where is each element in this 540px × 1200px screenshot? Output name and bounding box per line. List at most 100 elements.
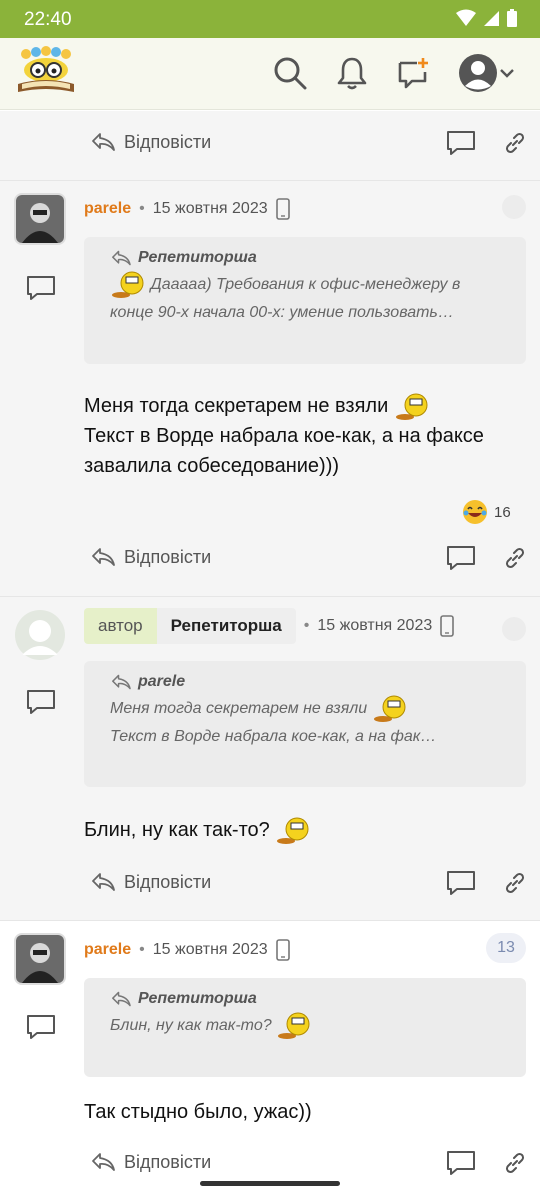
comment-icon[interactable] — [446, 545, 476, 571]
avatar-icon — [459, 54, 497, 92]
post-body: Меня тогда секретарем не взяли Текст в В… — [84, 391, 484, 481]
link-icon[interactable] — [504, 547, 526, 569]
quote-line: Текст в Ворде набрала кое-как, а на фак… — [110, 728, 437, 746]
reply-label: Відповісти — [124, 131, 212, 152]
username[interactable]: parele — [84, 200, 131, 218]
reply-arrow-icon — [112, 991, 131, 1007]
new-message-icon[interactable] — [395, 54, 433, 92]
quote-line: конце 90-х начала 00-х: умение пользоват… — [110, 304, 454, 322]
bell-icon[interactable] — [333, 54, 371, 92]
reply-arrow-icon — [112, 250, 131, 266]
post-menu-button[interactable] — [502, 195, 526, 219]
reply-arrow-icon — [112, 674, 131, 690]
quote-line: Блин, ну как так-то? — [110, 1017, 272, 1035]
reply-button[interactable]: Відповісти — [90, 546, 211, 568]
reaction-summary[interactable]: 16 — [462, 499, 511, 525]
wifi-icon — [456, 9, 476, 26]
signal-icon — [484, 11, 499, 26]
reply-label: Відповісти — [124, 871, 212, 892]
comment-icon[interactable] — [446, 870, 476, 896]
post-2: автор Репетиторша • 15 жовтня 2023 parel… — [0, 597, 540, 920]
post-number-badge[interactable]: 13 — [486, 933, 526, 963]
body-line: завалила собеседование))) — [84, 455, 340, 477]
quote-block[interactable]: parele Меня тогда секретарем не взяли Те… — [84, 661, 526, 787]
avatar[interactable] — [14, 933, 66, 985]
laughing-emoji-icon — [463, 500, 487, 524]
status-icons — [456, 8, 518, 28]
quote-text: Блин, ну как так-то? — [110, 1012, 500, 1040]
quote-author: Репетиторша — [110, 249, 500, 267]
quote-author-name: parele — [138, 673, 186, 690]
separator-dot: • — [139, 941, 145, 958]
post-date[interactable]: 15 жовтня 2023 — [317, 617, 432, 635]
post-actions — [446, 545, 526, 571]
status-time: 22:40 — [24, 9, 72, 30]
author-tag: автор — [84, 608, 157, 644]
reply-arrow-icon — [92, 548, 115, 566]
avatar[interactable] — [14, 193, 66, 245]
comment-side-icon[interactable] — [26, 689, 56, 715]
body-line: Блин, ну как так-то? — [84, 819, 270, 841]
body-line: Так стыдно было, ужас)) — [84, 1101, 312, 1123]
profile-menu-button[interactable] — [454, 54, 520, 92]
avatar[interactable] — [14, 609, 66, 661]
comment-icon[interactable] — [446, 1150, 476, 1176]
reply-arrow-icon — [92, 133, 115, 151]
post-body: Блин, ну как так-то? — [84, 815, 311, 845]
post-menu-button[interactable] — [502, 617, 526, 641]
separator-dot: • — [139, 200, 145, 217]
previous-post-footer: Відповісти — [0, 111, 540, 180]
status-bar: 22:40 — [0, 0, 540, 38]
quote-text: Дааааа) Требования к офис-менеджеру в ко… — [110, 271, 500, 327]
post-1: parele • 15 жовтня 2023 Репетиторша Дааа… — [0, 181, 540, 596]
battery-icon — [507, 9, 517, 27]
mobile-device-icon — [275, 939, 290, 961]
post-meta: parele • 15 жовтня 2023 — [84, 198, 290, 220]
post-3: parele • 15 жовтня 2023 13 Репетиторша Б… — [0, 921, 540, 1200]
home-indicator[interactable] — [200, 1181, 340, 1186]
smiley-emoji-icon — [278, 1012, 310, 1039]
body-line: Текст в Ворде набрала кое-как, а на факс… — [84, 425, 484, 447]
link-icon[interactable] — [504, 132, 526, 154]
post-meta: parele • 15 жовтня 2023 — [84, 939, 290, 961]
site-logo[interactable] — [14, 46, 78, 96]
link-icon[interactable] — [504, 1152, 526, 1174]
post-actions — [446, 130, 526, 156]
quote-block[interactable]: Репетиторша Дааааа) Требования к офис-ме… — [84, 237, 526, 364]
quote-line: Меня тогда секретарем не взяли — [110, 700, 368, 718]
post-date[interactable]: 15 жовтня 2023 — [153, 941, 268, 959]
link-icon[interactable] — [504, 872, 526, 894]
quote-author: Репетиторша — [110, 990, 500, 1008]
separator-dot: • — [303, 617, 310, 634]
quote-block[interactable]: Репетиторша Блин, ну как так-то? — [84, 978, 526, 1077]
search-icon[interactable] — [271, 54, 309, 92]
username[interactable]: Репетиторша — [156, 608, 296, 644]
smiley-emoji-icon — [373, 695, 406, 722]
reply-label: Відповісти — [124, 1151, 212, 1172]
reply-button[interactable]: Відповісти — [90, 871, 211, 893]
quote-author: parele — [110, 673, 500, 691]
post-actions — [446, 1150, 526, 1176]
smiley-emoji-icon — [277, 817, 309, 844]
quote-author-name: Репетиторша — [138, 990, 257, 1007]
top-bar — [0, 38, 540, 110]
chevron-down-icon — [500, 69, 514, 78]
mobile-device-icon — [275, 198, 290, 220]
comment-icon[interactable] — [446, 130, 476, 156]
body-line: Меня тогда секретарем не взяли — [84, 395, 389, 417]
reply-button[interactable]: Відповісти — [90, 131, 211, 153]
reply-arrow-icon — [92, 1153, 115, 1171]
post-meta: автор Репетиторша • 15 жовтня 2023 — [84, 608, 455, 644]
post-date[interactable]: 15 жовтня 2023 — [153, 200, 268, 218]
reaction-count: 16 — [494, 503, 511, 521]
quote-author-name: Репетиторша — [138, 249, 257, 266]
post-actions — [446, 870, 526, 896]
quote-line: Дааааа) Требования к офис-менеджеру в — [150, 276, 461, 294]
comment-side-icon[interactable] — [26, 275, 56, 301]
post-body: Так стыдно было, ужас)) — [84, 1097, 312, 1127]
username[interactable]: parele — [84, 941, 131, 959]
smiley-emoji-icon — [395, 393, 428, 420]
mobile-device-icon — [440, 615, 455, 637]
comment-side-icon[interactable] — [26, 1014, 56, 1040]
reply-button[interactable]: Відповісти — [90, 1151, 211, 1173]
